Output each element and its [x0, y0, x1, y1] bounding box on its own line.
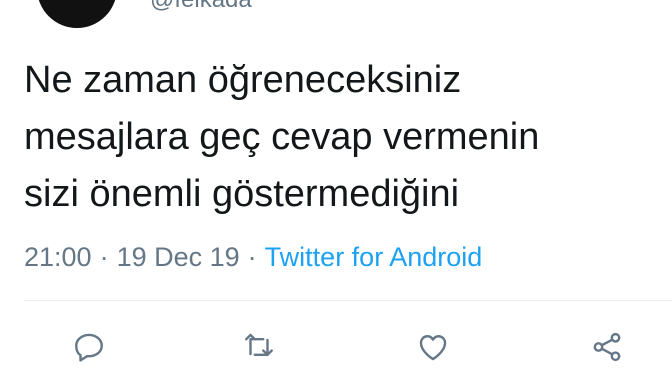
retweet-button[interactable]	[238, 326, 280, 368]
retweet-icon	[245, 333, 273, 356]
reply-button[interactable]	[68, 326, 110, 368]
like-button[interactable]	[412, 326, 454, 368]
divider	[24, 300, 672, 301]
tweet-actions	[0, 326, 672, 368]
tweet-date[interactable]: 19 Dec 19	[117, 242, 240, 272]
tweet-meta: 21:00 · 19 Dec 19 · Twitter for Android	[24, 240, 482, 274]
share-button[interactable]	[586, 326, 628, 368]
tweet-line: Ne zaman öğreneceksiniz	[24, 59, 462, 101]
reply-icon	[75, 333, 103, 362]
author-handle[interactable]: @feikada	[150, 0, 252, 14]
avatar[interactable]	[37, 0, 117, 28]
meta-separator: ·	[247, 242, 257, 272]
tweet-time[interactable]: 21:00	[24, 242, 92, 272]
meta-separator: ·	[99, 242, 109, 272]
tweet-line: sizi önemli göstermediğini	[24, 173, 460, 215]
tweet-line: mesajlara geç cevap vermenin	[24, 116, 540, 158]
tweet-source-link[interactable]: Twitter for Android	[265, 242, 483, 272]
share-icon	[593, 332, 621, 362]
heart-icon	[419, 335, 447, 361]
tweet-text: Ne zaman öğreneceksiniz mesajlara geç ce…	[24, 52, 654, 223]
